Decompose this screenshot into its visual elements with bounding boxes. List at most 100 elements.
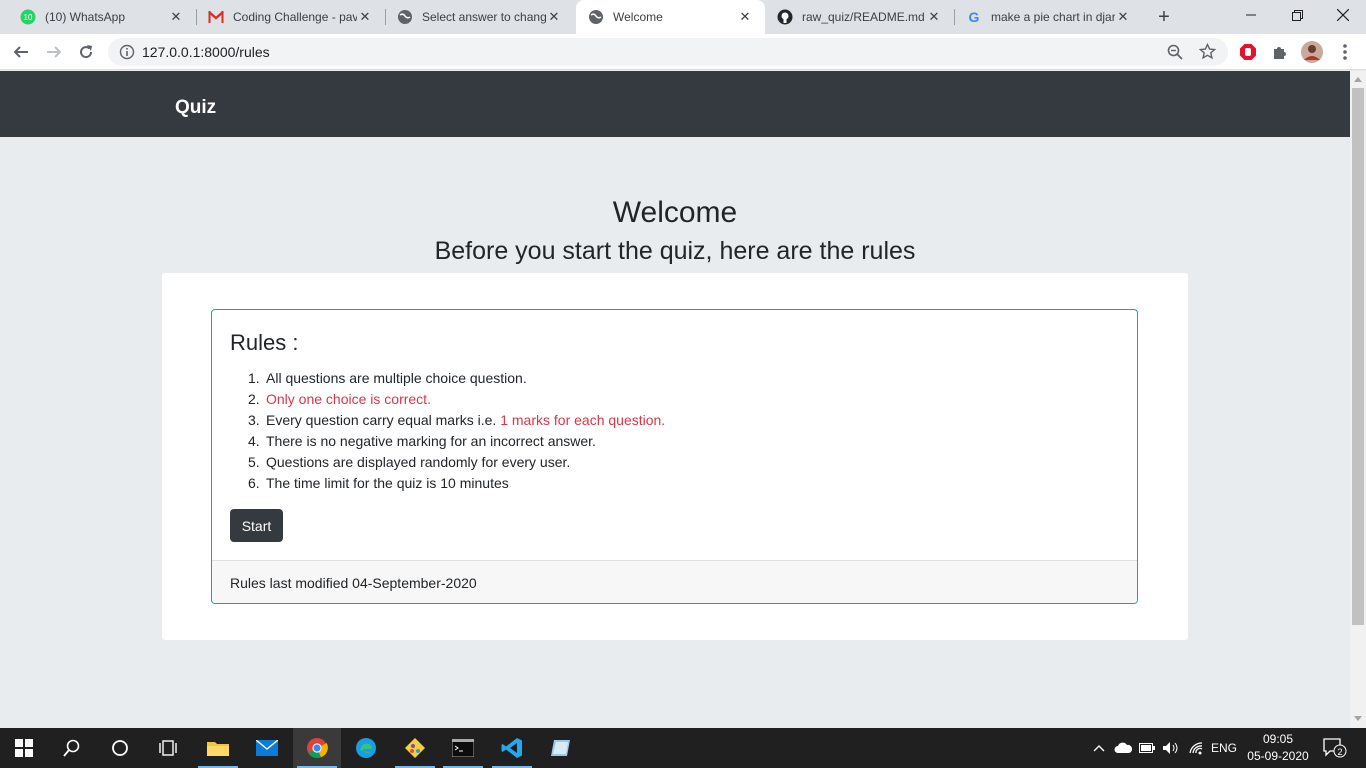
tab-strip: 10 (10) WhatsApp ✕ Coding Challenge - pa… xyxy=(0,0,1366,34)
reload-button[interactable] xyxy=(74,40,98,64)
rules-container: Rules : 1. All questions are multiple cho… xyxy=(162,273,1188,640)
scroll-down-icon[interactable] xyxy=(1354,716,1362,721)
rule-text: All questions are multiple choice questi… xyxy=(266,370,527,386)
cortana-icon[interactable] xyxy=(96,728,144,768)
close-icon[interactable]: ✕ xyxy=(168,9,184,25)
menu-kebab-icon[interactable] xyxy=(1333,40,1357,64)
close-icon[interactable]: ✕ xyxy=(546,9,562,25)
card-footer: Rules last modified 04-September-2020 xyxy=(212,560,1137,603)
rule-number: 4. xyxy=(248,433,260,449)
minimize-button[interactable] xyxy=(1228,0,1274,30)
url-text[interactable]: 127.0.0.1:8000/rules xyxy=(142,44,270,60)
git-icon[interactable] xyxy=(391,728,439,768)
tab-title: (10) WhatsApp xyxy=(45,10,126,24)
rule-text: The time limit for the quiz is 10 minute… xyxy=(266,475,509,491)
close-icon[interactable]: ✕ xyxy=(926,9,942,25)
tab-welcome[interactable]: Welcome ✕ xyxy=(576,0,765,34)
file-explorer-icon[interactable] xyxy=(194,728,242,768)
start-button[interactable]: Start xyxy=(230,509,283,542)
rule-item: 6. The time limit for the quiz is 10 minu… xyxy=(248,475,665,496)
back-button[interactable] xyxy=(9,40,33,64)
wifi-icon[interactable] xyxy=(1186,728,1206,768)
tab-whatsapp[interactable]: 10 (10) WhatsApp ✕ xyxy=(0,0,196,34)
rule-highlight-text: 1 marks for each question. xyxy=(500,412,666,428)
vscode-icon[interactable] xyxy=(488,728,536,768)
app-icon[interactable] xyxy=(537,728,585,768)
chrome-icon[interactable] xyxy=(293,728,341,768)
google-icon: G xyxy=(966,9,982,25)
clock-date: 05-09-2020 xyxy=(1247,749,1309,763)
tab-select-answer[interactable]: Select answer to chang ✕ xyxy=(385,0,574,34)
globe-icon xyxy=(397,9,413,25)
tab-title: Coding Challenge - pav xyxy=(233,10,357,24)
github-icon xyxy=(777,9,793,25)
rule-item: 3. Every question carry equal marks i.e. … xyxy=(248,412,665,433)
rule-number: 5. xyxy=(248,454,260,470)
gmail-icon xyxy=(208,9,224,25)
svg-text:10: 10 xyxy=(24,13,33,22)
rule-item: 2. Only one choice is correct. xyxy=(248,391,665,412)
page-subtitle: Before you start the quiz, here are the … xyxy=(434,237,916,265)
tab-title: raw_quiz/README.md a xyxy=(802,10,926,24)
edge-icon[interactable] xyxy=(342,728,390,768)
scroll-thumb[interactable] xyxy=(1352,88,1364,625)
tab-title: Welcome xyxy=(613,10,663,24)
rules-modified-text: Rules last modified 04-September-2020 xyxy=(230,575,477,591)
extension-stop-icon[interactable] xyxy=(1236,40,1260,64)
forward-button[interactable] xyxy=(42,40,66,64)
svg-text:G: G xyxy=(969,9,980,25)
mail-icon[interactable] xyxy=(243,728,291,768)
tab-gmail[interactable]: Coding Challenge - pav ✕ xyxy=(196,0,385,34)
zoom-icon[interactable] xyxy=(1167,44,1183,65)
browser-toolbar: 127.0.0.1:8000/rules xyxy=(0,34,1366,70)
tab-github[interactable]: raw_quiz/README.md a ✕ xyxy=(765,0,954,34)
rules-card: Rules : 1. All questions are multiple cho… xyxy=(211,309,1138,604)
rule-number: 2. xyxy=(248,391,260,407)
language-indicator[interactable]: ENG xyxy=(1208,728,1240,768)
address-bar[interactable]: 127.0.0.1:8000/rules xyxy=(108,38,1228,66)
system-clock[interactable]: 09:05 05-09-2020 xyxy=(1242,731,1314,765)
rule-number: 6. xyxy=(248,475,260,491)
rules-list: 1. All questions are multiple choice ques… xyxy=(248,370,665,496)
bookmark-star-icon[interactable] xyxy=(1198,42,1217,65)
rule-number: 1. xyxy=(248,370,260,386)
tab-google[interactable]: G make a pie chart in djar ✕ xyxy=(954,0,1143,34)
svg-text:2: 2 xyxy=(1337,747,1342,757)
close-window-button[interactable] xyxy=(1320,0,1366,30)
search-icon[interactable] xyxy=(48,728,96,768)
tray-overflow-icon[interactable] xyxy=(1090,728,1108,768)
rule-text: There is no negative marking for an inco… xyxy=(266,433,596,449)
rule-text: Questions are displayed randomly for eve… xyxy=(266,454,571,470)
scroll-up-icon[interactable] xyxy=(1354,77,1362,82)
rule-item: 4. There is no negative marking for an in… xyxy=(248,433,665,454)
whatsapp-icon: 10 xyxy=(20,9,36,25)
rule-item: 5. Questions are displayed randomly for e… xyxy=(248,454,665,475)
new-tab-button[interactable]: + xyxy=(1153,6,1175,28)
task-view-icon[interactable] xyxy=(144,728,192,768)
extensions-puzzle-icon[interactable] xyxy=(1268,40,1292,64)
rule-highlight-text: Only one choice is correct. xyxy=(266,391,431,407)
clock-time: 09:05 xyxy=(1262,732,1294,746)
tab-title: Select answer to chang xyxy=(422,10,546,24)
close-icon[interactable]: ✕ xyxy=(1115,9,1131,25)
close-icon[interactable]: ✕ xyxy=(357,9,373,25)
windows-start-icon[interactable] xyxy=(0,728,48,768)
page-title: Welcome xyxy=(612,196,738,229)
profile-avatar[interactable] xyxy=(1300,40,1324,64)
close-icon[interactable]: ✕ xyxy=(737,9,753,25)
rule-item: 1. All questions are multiple choice ques… xyxy=(248,370,665,391)
navbar-brand[interactable]: Quiz xyxy=(175,97,216,119)
taskbar: ENG 09:05 05-09-2020 2 xyxy=(0,728,1366,768)
tab-title: make a pie chart in djar xyxy=(991,10,1115,24)
battery-icon[interactable] xyxy=(1137,728,1157,768)
terminal-icon[interactable] xyxy=(439,728,487,768)
rules-title: Rules : xyxy=(230,330,299,355)
volume-icon[interactable] xyxy=(1160,728,1182,768)
page-scrollbar[interactable] xyxy=(1350,71,1366,728)
restore-button[interactable] xyxy=(1274,0,1320,30)
onedrive-icon[interactable] xyxy=(1112,728,1134,768)
navbar: Quiz xyxy=(0,71,1350,137)
info-icon[interactable] xyxy=(119,44,135,65)
notification-center-icon[interactable]: 2 xyxy=(1320,728,1350,768)
globe-icon xyxy=(588,9,604,25)
